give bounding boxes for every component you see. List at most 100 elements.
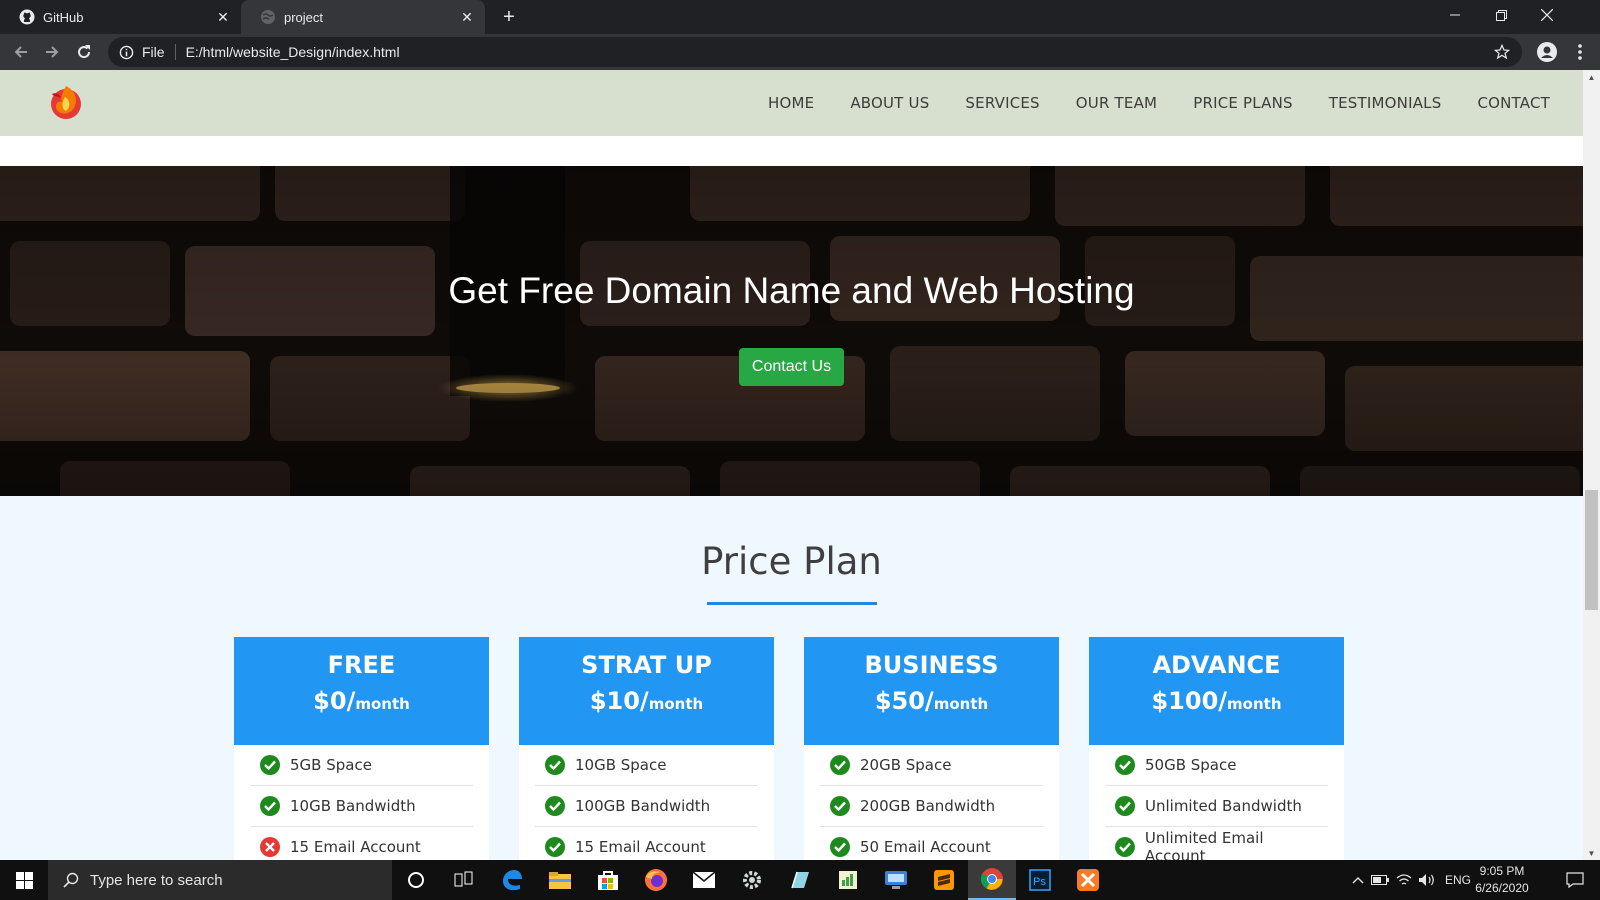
check-icon xyxy=(260,755,280,775)
feature-text: 15 Email Account xyxy=(575,838,706,856)
feature-item: Unlimited Bandwidth xyxy=(1105,786,1328,827)
price-period: month xyxy=(1227,695,1282,713)
address-bar[interactable]: File E:/html/website_Design/index.html xyxy=(108,37,1522,67)
new-tab-button[interactable]: + xyxy=(497,5,521,29)
forward-button[interactable] xyxy=(40,40,64,64)
nav-our-team[interactable]: OUR TEAM xyxy=(1076,94,1157,112)
feature-text: Unlimited Email Account xyxy=(1144,829,1264,860)
check-icon xyxy=(260,796,280,816)
nav-links: HOME ABOUT US SERVICES OUR TEAM PRICE PL… xyxy=(732,70,1550,136)
mail-icon[interactable] xyxy=(680,860,728,900)
nav-contact[interactable]: CONTACT xyxy=(1477,94,1550,112)
chrome-icon[interactable] xyxy=(968,860,1016,900)
svg-text:Ps: Ps xyxy=(1033,876,1046,888)
check-icon xyxy=(1115,755,1135,775)
feature-item: 15 Email Account xyxy=(250,827,473,860)
plan-name: ADVANCE xyxy=(1152,651,1281,679)
feature-item: Unlimited Email Account xyxy=(1105,827,1328,860)
nav-price-plans[interactable]: PRICE PLANS xyxy=(1193,94,1293,112)
taskbar-search-input[interactable]: Type here to search xyxy=(48,860,392,900)
plan-price: $100/month xyxy=(1089,687,1344,715)
notifications-icon[interactable] xyxy=(1552,860,1598,900)
feature-text: 5GB Space xyxy=(290,756,372,774)
scroll-up-arrow-icon[interactable]: ▲ xyxy=(1583,70,1600,84)
sublime-text-icon[interactable] xyxy=(920,860,968,900)
tab-title: project xyxy=(284,9,324,25)
settings-icon[interactable] xyxy=(728,860,776,900)
reload-button[interactable] xyxy=(72,40,96,64)
feature-item: 10GB Space xyxy=(535,745,758,786)
pricing-section: Price Plan FREE $0/month 5GB Space 10GB … xyxy=(0,496,1583,860)
brick-wall-background xyxy=(0,166,1583,496)
minimize-button[interactable] xyxy=(1432,0,1478,30)
pricing-title: Price Plan xyxy=(701,540,882,583)
info-icon[interactable] xyxy=(118,44,134,60)
tab-title: GitHub xyxy=(43,9,84,25)
feature-item: 20GB Space xyxy=(820,745,1043,786)
back-button[interactable] xyxy=(9,40,33,64)
wifi-icon[interactable] xyxy=(1393,873,1415,887)
contact-us-button[interactable]: Contact Us xyxy=(739,348,844,386)
nav-home[interactable]: HOME xyxy=(768,94,814,112)
scrollbar-thumb[interactable] xyxy=(1585,490,1598,610)
store-icon[interactable] xyxy=(584,860,632,900)
close-tab-icon[interactable]: ✕ xyxy=(215,9,231,25)
plan-header: FREE $0/month xyxy=(234,637,489,745)
plan-price: $0/month xyxy=(234,687,489,715)
nav-testimonials[interactable]: TESTIMONIALS xyxy=(1329,94,1442,112)
battery-icon[interactable] xyxy=(1367,875,1393,885)
price-period: month xyxy=(933,695,989,713)
feature-text: 10GB Bandwidth xyxy=(290,797,416,815)
file-explorer-icon[interactable] xyxy=(536,860,584,900)
plan-card-start-up: STRAT UP $10/month 10GB Space 100GB Band… xyxy=(519,637,774,860)
cross-icon xyxy=(260,837,280,857)
chevron-up-icon[interactable] xyxy=(1349,876,1367,884)
notepad-icon[interactable] xyxy=(776,860,824,900)
price-amount: $100/ xyxy=(1151,687,1228,715)
bookmark-star-icon[interactable] xyxy=(1493,43,1511,63)
profile-icon[interactable] xyxy=(1535,40,1559,64)
spreadsheet-icon[interactable] xyxy=(824,860,872,900)
search-icon xyxy=(62,871,80,889)
tab-project[interactable]: project ✕ xyxy=(241,0,485,34)
plan-name: FREE xyxy=(327,651,396,679)
scheme-label: File xyxy=(142,44,165,60)
site-logo[interactable] xyxy=(46,80,86,124)
close-tab-icon[interactable]: ✕ xyxy=(459,9,475,25)
feature-text: 100GB Bandwidth xyxy=(575,797,711,815)
cortana-icon[interactable] xyxy=(392,860,440,900)
plan-card-free: FREE $0/month 5GB Space 10GB Bandwidth 1… xyxy=(234,637,489,860)
windows-taskbar: Type here to search Ps ENG 9:05 PM 6/26/… xyxy=(0,860,1600,900)
divider xyxy=(174,44,176,60)
windows-start-icon[interactable] xyxy=(0,860,48,900)
price-amount: $50/ xyxy=(874,687,934,715)
url-text[interactable]: E:/html/website_Design/index.html xyxy=(186,44,400,60)
page-viewport: HOME ABOUT US SERVICES OUR TEAM PRICE PL… xyxy=(0,70,1600,860)
edge-icon[interactable] xyxy=(488,860,536,900)
tab-github[interactable]: GitHub ✕ xyxy=(0,0,241,34)
scroll-down-arrow-icon[interactable]: ▼ xyxy=(1583,846,1600,860)
check-icon xyxy=(830,796,850,816)
feature-item: 10GB Bandwidth xyxy=(250,786,473,827)
nav-services[interactable]: SERVICES xyxy=(965,94,1039,112)
xampp-icon[interactable] xyxy=(1064,860,1112,900)
page-scrollbar[interactable]: ▲ ▼ xyxy=(1583,70,1600,860)
title-underline xyxy=(707,602,877,605)
feature-item: 50GB Space xyxy=(1105,745,1328,786)
volume-icon[interactable] xyxy=(1415,873,1439,887)
photoshop-icon[interactable]: Ps xyxy=(1016,860,1064,900)
nav-about-us[interactable]: ABOUT US xyxy=(850,94,929,112)
restore-button[interactable] xyxy=(1478,0,1524,30)
price-amount: $10/ xyxy=(589,687,649,715)
plan-header: BUSINESS $50/month xyxy=(804,637,1059,745)
close-window-button[interactable] xyxy=(1524,0,1570,30)
firefox-icon[interactable] xyxy=(632,860,680,900)
browser-menu-icon[interactable] xyxy=(1568,40,1592,64)
price-period: month xyxy=(355,695,410,713)
github-icon xyxy=(19,9,35,25)
task-view-icon[interactable] xyxy=(440,860,488,900)
language-indicator[interactable]: ENG xyxy=(1445,873,1471,887)
network-icon[interactable] xyxy=(872,860,920,900)
feature-text: 15 Email Account xyxy=(290,838,421,856)
taskbar-clock[interactable]: 9:05 PM 6/26/2020 xyxy=(1470,863,1534,897)
